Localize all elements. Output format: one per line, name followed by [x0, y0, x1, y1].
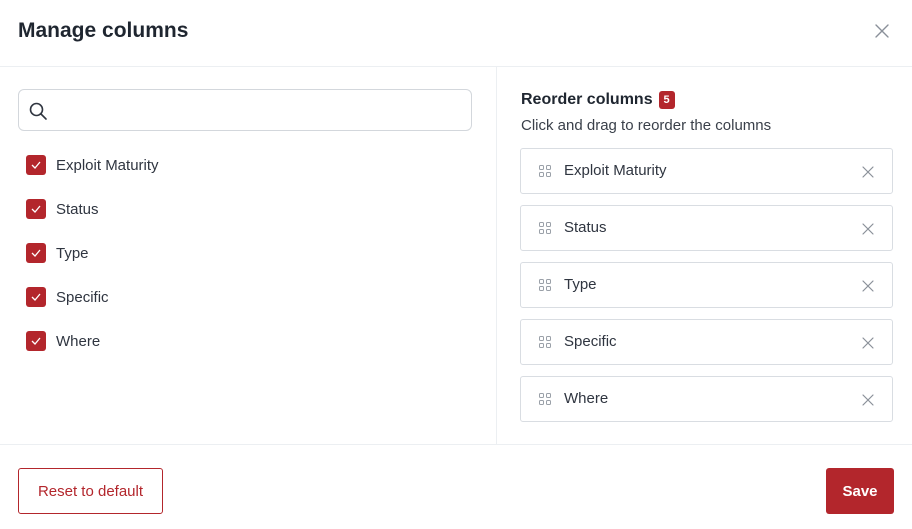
column-option-label: Specific [56, 288, 109, 306]
reorder-item-type[interactable]: Type [520, 262, 893, 308]
drag-handle-icon[interactable] [539, 336, 551, 348]
reorder-item-label: Type [564, 276, 597, 293]
reorder-item-exploit-maturity[interactable]: Exploit Maturity [520, 148, 893, 194]
drag-handle-icon[interactable] [539, 165, 551, 177]
column-option-label: Where [56, 332, 101, 350]
reorder-item-where[interactable]: Where [520, 376, 893, 422]
search-field[interactable] [18, 89, 472, 131]
check-icon [31, 293, 41, 301]
modal-body: Exploit Maturity Status Type Specific Wh… [0, 67, 912, 444]
reorder-item-label: Status [564, 219, 607, 236]
column-option-label: Type [56, 244, 89, 262]
remove-icon[interactable] [861, 393, 875, 407]
reorder-item-status[interactable]: Status [520, 205, 893, 251]
modal-footer: Reset to default Save [0, 444, 912, 529]
save-button[interactable]: Save [826, 468, 894, 514]
column-option-exploit-maturity[interactable]: Exploit Maturity [26, 154, 159, 176]
checkbox-checked[interactable] [26, 287, 46, 307]
column-option-label: Status [56, 200, 99, 218]
reorder-item-specific[interactable]: Specific [520, 319, 893, 365]
column-option-status[interactable]: Status [26, 198, 99, 220]
column-option-type[interactable]: Type [26, 242, 89, 264]
column-selector-pane: Exploit Maturity Status Type Specific Wh… [0, 67, 497, 444]
reorder-heading: Reorder columns 5 [521, 91, 675, 109]
reorder-item-label: Exploit Maturity [564, 162, 667, 179]
search-input[interactable] [57, 96, 465, 126]
column-option-label: Exploit Maturity [56, 156, 159, 174]
reorder-pane: Reorder columns 5 Click and drag to reor… [497, 67, 912, 444]
remove-icon[interactable] [861, 222, 875, 236]
modal-title: Manage columns [18, 19, 189, 42]
remove-icon[interactable] [861, 165, 875, 179]
reorder-subtitle: Click and drag to reorder the columns [521, 117, 772, 134]
reset-to-default-button[interactable]: Reset to default [18, 468, 163, 514]
close-button[interactable] [871, 20, 893, 42]
modal-header: Manage columns [0, 0, 912, 67]
checkbox-checked[interactable] [26, 331, 46, 351]
close-icon [875, 24, 889, 38]
reorder-item-label: Specific [564, 333, 617, 350]
checkbox-checked[interactable] [26, 243, 46, 263]
column-option-specific[interactable]: Specific [26, 286, 109, 308]
checkbox-checked[interactable] [26, 199, 46, 219]
column-count-badge: 5 [658, 91, 675, 109]
check-icon [31, 337, 41, 345]
drag-handle-icon[interactable] [539, 279, 551, 291]
search-icon [29, 102, 47, 120]
reorder-title: Reorder columns [521, 91, 653, 108]
column-option-where[interactable]: Where [26, 330, 100, 352]
remove-icon[interactable] [861, 336, 875, 350]
drag-handle-icon[interactable] [539, 393, 551, 405]
drag-handle-icon[interactable] [539, 222, 551, 234]
check-icon [31, 249, 41, 257]
check-icon [31, 161, 41, 169]
check-icon [31, 205, 41, 213]
checkbox-checked[interactable] [26, 155, 46, 175]
reorder-item-label: Where [564, 390, 609, 407]
remove-icon[interactable] [861, 279, 875, 293]
manage-columns-modal: Manage columns Exploit Maturity Status T… [0, 0, 912, 529]
